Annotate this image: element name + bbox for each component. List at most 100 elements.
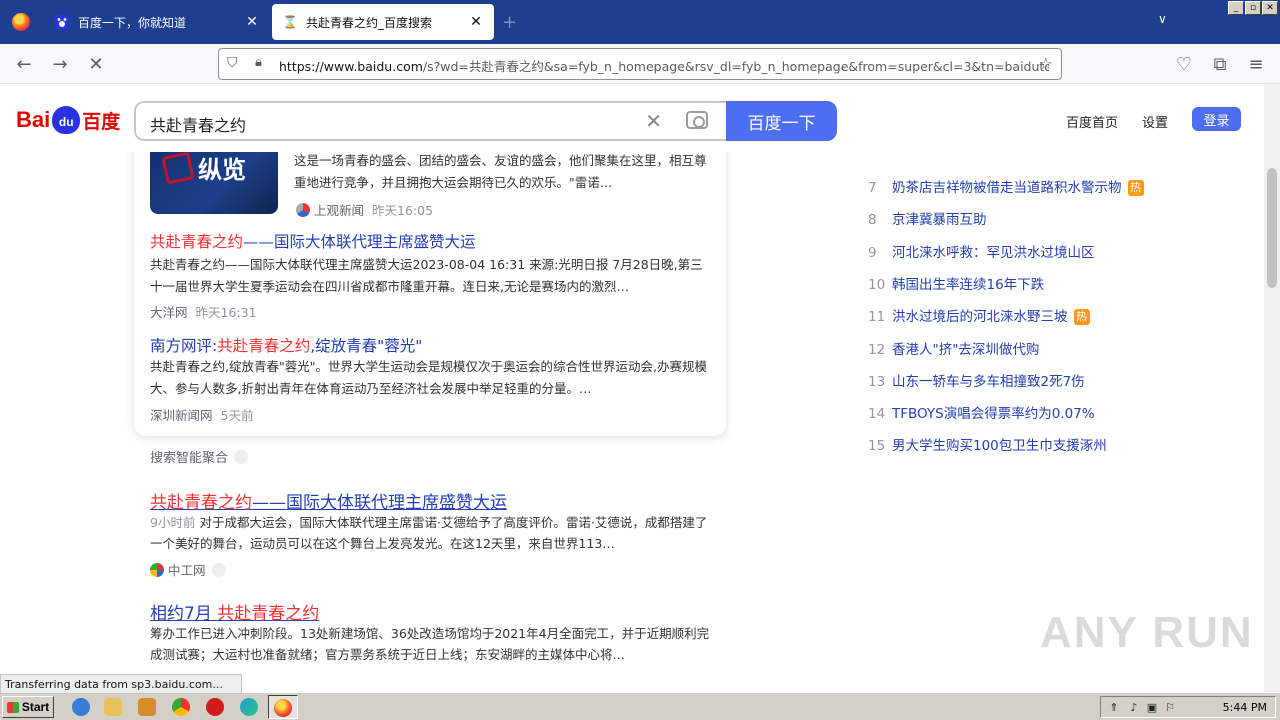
login-button[interactable]: 登录 [1192,107,1241,131]
start-button[interactable]: Start [2,696,54,718]
lock-icon[interactable]: 🔒︎ [255,55,262,70]
source-time: 昨天16:05 [372,203,434,218]
new-tab-button[interactable]: + [502,12,517,33]
title-highlight: 共赴青春之约 [150,493,252,513]
hot-list-item[interactable]: 14 TFBOYS演唱会得票率约为0.07% [868,402,1095,422]
hot-list-item[interactable]: 7 奶茶店吉祥物被借走当道路积水警示物热 [868,176,1144,196]
title-prefix: 相约7月 [150,604,218,624]
source-name[interactable]: 上观新闻 [314,203,364,218]
forward-arrow-icon[interactable]: → [48,52,72,76]
windows-flag-icon [6,701,19,713]
url-text[interactable]: https://www.baidu.com/s?wd=共赴青春之约&sa=fyb… [279,56,1049,75]
scrollbar[interactable] [1264,84,1280,692]
anyrun-watermark: ANY RUN [1040,608,1254,657]
tray-arrow-icon[interactable]: ⇑ [1107,701,1121,715]
hot-list-item[interactable]: 13 山东一轿车与多车相撞致2死7伤 [868,370,1085,390]
news-title-link[interactable]: 共赴青春之约——国际大体联代理主席盛赞大运 [150,230,476,252]
hot-list-item[interactable]: 15 男大学生购买100包卫生巾支援涿州 [868,434,1107,454]
baidu-logo[interactable]: Bai du 百度 [16,102,120,138]
source-name[interactable]: 中工网 [168,563,206,578]
tab-bar: 百度一下，你就知道 ✕ ⌛ 共赴青春之约_百度搜索 ✕ + ∨ _ ▫ ✕ [0,0,1280,44]
news-title-link[interactable]: 南方网评:共赴青春之约,绽放青春"蓉光" [150,334,422,356]
home-link[interactable]: 百度首页 [1066,112,1118,131]
taskbar: Start ⇑ ♪ ▣ ⚐ 5:44 PM [0,692,1280,720]
source-logo-icon [296,203,310,217]
news-snippet: 这是一场青春的盛会、团结的盛会、友谊的盛会，他们聚集在这里，相互尊重地进行竞争，… [294,153,707,190]
flag-icon[interactable]: ⚐ [1163,701,1177,715]
news-snippet: 共赴青春之约,绽放青春"蓉光"。世界大学生运动会是规模仅次于奥运会的综合性世界运… [150,359,707,396]
chevron-down-icon[interactable] [211,563,226,577]
source-name[interactable]: 深圳新闻网 [150,408,213,423]
edge-icon[interactable] [240,698,258,716]
taskbar-firefox-button[interactable] [268,695,298,719]
hot-title: 奶茶店吉祥物被借走当道路积水警示物 [892,180,1122,196]
source-logo-icon [150,563,164,577]
hot-rank: 11 [868,309,886,326]
result-title-link[interactable]: 共赴青春之约——国际大体联代理主席盛赞大运 [150,488,507,513]
title-highlight: 共赴青春之约 [217,337,311,355]
scrollbar-thumb[interactable] [1267,168,1277,288]
result-title-link[interactable]: 相约7月 共赴青春之约 [150,599,319,624]
pocket-icon[interactable]: ♡ [1172,52,1196,76]
hot-list-item[interactable]: 11 洪水过境后的河北涞水野三坡热 [868,305,1090,326]
hot-rank: 8 [868,212,877,229]
hot-title: 韩国出生率连续16年下跌 [892,276,1045,293]
settings-link[interactable]: 设置 [1142,112,1168,131]
chrome-icon[interactable] [172,698,190,716]
result-snippet: 9小时前 对于成都大运会，国际大体联代理主席雷诺·艾德给予了高度评价。雷诺·艾德说… [150,512,710,554]
extensions-icon[interactable]: ⧉ [1208,52,1232,76]
close-window-button[interactable]: ✕ [1262,1,1278,15]
aggregation-label: 搜索智能聚合 [150,451,229,466]
hamburger-menu-icon[interactable]: ≡ [1244,52,1268,76]
source-name[interactable]: 大洋网 [150,305,188,320]
url-bar[interactable]: ⛉ 🔒︎ https://www.baidu.com/s?wd=共赴青春之约&s… [218,48,1062,80]
hot-list-item[interactable]: 9 河北涞水呼救：罕见洪水过境山区 [868,241,1095,261]
news-source: 大洋网 昨天16:31 [150,302,257,321]
hot-rank: 13 [868,373,886,390]
folder-icon[interactable] [104,698,122,716]
title-highlight: 共赴青春之约 [217,604,320,624]
minimize-button[interactable]: _ [1228,1,1244,15]
media-player-icon[interactable] [138,698,156,716]
hot-title: 京津冀暴雨互助 [892,212,987,229]
firefox-menu-button[interactable] [0,0,42,44]
hot-rank: 12 [868,341,886,358]
camera-icon[interactable] [686,111,708,129]
snippet-text: 对于成都大运会，国际大体联代理主席雷诺·艾德给予了高度评价。雷诺·艾德说，成都搭… [150,515,708,551]
volume-icon[interactable]: ♪ [1127,701,1141,715]
logo-text-cn: 百度 [82,111,121,133]
tab-baidu-home[interactable]: 百度一下，你就知道 ✕ [44,4,270,40]
chevron-down-icon[interactable]: ∨ [1158,12,1167,26]
hot-rank: 14 [868,406,886,423]
network-icon[interactable]: ▣ [1145,701,1159,715]
opera-icon[interactable] [206,698,224,716]
result-time: 9小时前 [150,515,196,530]
hot-list-item[interactable]: 12 香港人"挤"去深圳做代购 [868,338,1039,358]
result-source: 中工网 [150,560,226,579]
search-button[interactable]: 百度一下 [726,101,837,141]
back-arrow-icon[interactable]: ← [12,52,36,76]
aggregation-toggle[interactable]: 搜索智能聚合 [150,447,249,466]
url-path: /s?wd=共赴青春之约&sa=fyb_n_homepage&rsv_dl=fy… [422,59,1049,74]
status-bar: Transferring data from sp3.baidu.com... [0,674,242,694]
hot-rank: 9 [868,244,877,261]
ie-icon[interactable] [72,698,90,716]
url-host: https://www.baidu.com [279,59,423,74]
tab-search-results[interactable]: ⌛ 共赴青春之约_百度搜索 ✕ [272,4,494,40]
hot-list-item[interactable]: 8 京津冀暴雨互助 [868,208,987,228]
hot-list-item[interactable]: 10 韩国出生率连续16年下跌 [868,273,1044,293]
search-input[interactable]: 共赴青春之约 [150,112,246,136]
bookmark-star-icon[interactable]: ☆ [1039,54,1053,73]
clear-icon[interactable]: ✕ [645,109,662,133]
source-time: 5天前 [220,408,254,423]
close-tab-icon[interactable]: ✕ [244,14,260,30]
hot-rank: 15 [868,438,886,455]
search-box[interactable]: 共赴青春之约 ✕ [134,101,726,141]
hot-title: 香港人"挤"去深圳做代购 [892,341,1040,358]
stop-loading-icon[interactable]: ✕ [84,52,108,76]
restore-button[interactable]: ▫ [1245,1,1261,15]
shield-icon[interactable]: ⛉ [227,55,238,71]
thumbnail-emblem [161,151,195,185]
close-tab-icon[interactable]: ✕ [468,14,484,30]
logo-text: Bai [16,107,51,132]
